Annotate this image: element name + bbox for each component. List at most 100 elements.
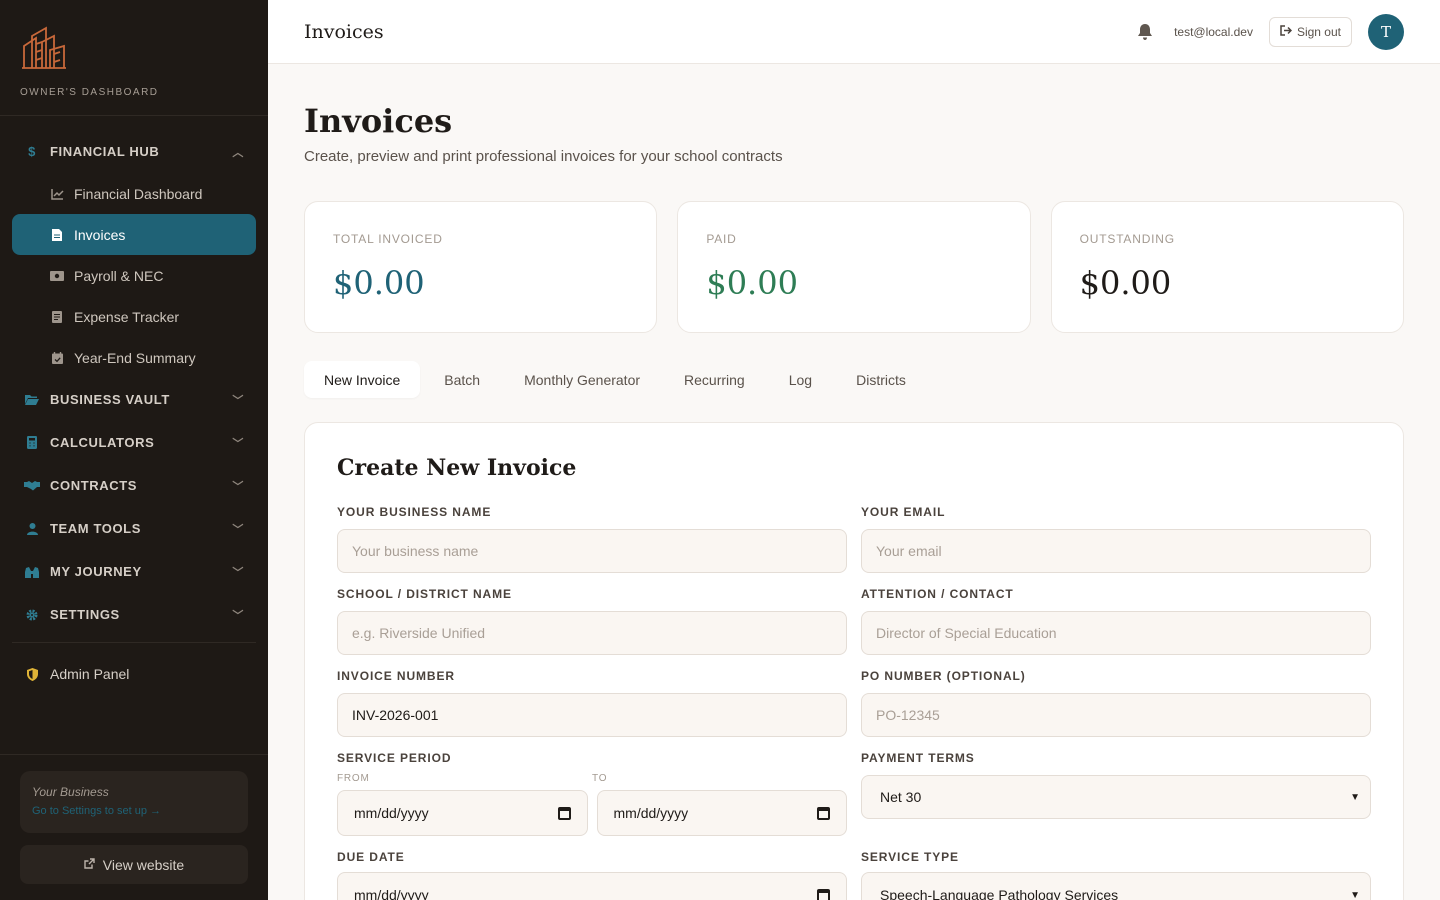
tab-batch[interactable]: Batch [424,361,500,398]
page-title: Invoices [304,102,453,140]
sidebar-section-financial-hub[interactable]: $ FINANCIAL HUB ︿ [0,130,268,173]
folder-open-icon [24,394,40,405]
calendar-icon[interactable] [557,806,571,820]
nav-divider [12,642,256,643]
dollar-icon: $ [28,144,36,159]
topbar: Invoices test@local.dev Sign out T [268,0,1440,64]
sidebar-section-settings[interactable]: SETTINGS ﹀ [0,593,268,636]
sidebar-item-label: Invoices [74,226,126,243]
field-label: INVOICE NUMBER [337,669,455,683]
date-value: mm/dd/yyyy [354,805,429,821]
section-label: CONTRACTS [50,478,138,493]
po-number-field-group: PO NUMBER (OPTIONAL) PO-12345 [861,669,1371,737]
section-label: TEAM TOOLS [50,521,141,536]
from-label: FROM [337,773,370,784]
stat-value: $0.00 [1079,264,1172,302]
date-value: mm/dd/yyyy [354,887,429,900]
school-district-input[interactable]: e.g. Riverside Unified [337,611,847,655]
service-type-select[interactable]: Speech-Language Pathology Services ▼ [861,872,1371,900]
money-bill-icon [50,270,64,281]
avatar[interactable]: T [1368,13,1404,50]
binoculars-icon [24,566,40,578]
calendar-icon[interactable] [817,888,830,900]
sidebar-section-business-vault[interactable]: BUSINESS VAULT ﹀ [0,378,268,421]
due-date-input[interactable]: mm/dd/yyyy [337,872,847,900]
section-label: FINANCIAL HUB [50,144,160,159]
stats-row: TOTAL INVOICED $0.00 PAID $0.00 OUTSTAND… [304,201,1404,333]
email-input[interactable]: Your email [861,529,1371,573]
business-name-input[interactable]: Your business name [337,529,847,573]
chevron-down-icon: ▼ [1350,889,1360,900]
section-label: SETTINGS [50,607,120,622]
service-from-date-input[interactable]: mm/dd/yyyy [337,790,588,836]
chevron-down-icon: ﹀ [232,566,244,579]
section-label: CALCULATORS [50,435,155,450]
business-name-field-group: YOUR BUSINESS NAME Your business name [337,505,847,573]
sidebar-section-team-tools[interactable]: TEAM TOOLS ﹀ [0,507,268,550]
sidebar-section-calculators[interactable]: CALCULATORS ﹀ [0,421,268,464]
form-grid: YOUR BUSINESS NAME Your business name YO… [337,505,1371,900]
sidebar-section-contracts[interactable]: CONTRACTS ﹀ [0,464,268,507]
sidebar-item-label: Year-End Summary [74,349,196,366]
tab-new-invoice[interactable]: New Invoice [304,361,421,398]
stat-card-outstanding: OUTSTANDING $0.00 [1050,201,1404,333]
calendar-check-icon [50,351,64,364]
bell-icon[interactable] [1136,23,1154,41]
sidebar-item-expense-tracker[interactable]: Expense Tracker [12,296,256,337]
chevron-down-icon: ﹀ [232,394,244,407]
settings-setup-link[interactable]: Go to Settings to set up → [32,805,236,817]
service-type-field-group: SERVICE TYPE Speech-Language Pathology S… [861,850,1371,900]
brand-label: OWNER'S DASHBOARD [20,87,159,98]
sidebar-item-payroll-nec[interactable]: Payroll & NEC [12,255,256,296]
email-field-group: YOUR EMAIL Your email [861,505,1371,573]
stat-value: $0.00 [333,264,425,302]
sidebar-item-admin-panel[interactable]: Admin Panel [0,649,268,699]
sidebar-section-my-journey[interactable]: MY JOURNEY ﹀ [0,550,268,593]
building-logo-icon [22,26,66,69]
sidebar-footer: Your Business Go to Settings to set up →… [0,754,268,900]
invoice-number-field-group: INVOICE NUMBER INV-2026-001 [337,669,847,737]
business-card: Your Business Go to Settings to set up → [20,771,248,833]
payment-terms-select[interactable]: Net 30 ▼ [861,775,1371,819]
attention-contact-input[interactable]: Director of Special Education [861,611,1371,655]
tab-recurring[interactable]: Recurring [664,361,765,398]
create-invoice-form: Create New Invoice YOUR BUSINESS NAME Yo… [304,422,1404,900]
service-period-field-group: SERVICE PERIOD FROM TO mm/dd/yyyy mm/dd/… [337,751,847,836]
document-icon [50,228,64,241]
field-label: PAYMENT TERMS [861,751,975,765]
field-label: SERVICE TYPE [861,850,959,864]
service-period-sublabels: FROM TO [337,773,847,784]
receipt-icon [50,310,64,323]
handshake-icon [24,480,40,491]
tab-monthly-generator[interactable]: Monthly Generator [504,361,660,398]
tab-log[interactable]: Log [769,361,832,398]
due-date-field-group: DUE DATE mm/dd/yyyy [337,850,847,900]
field-label: SERVICE PERIOD [337,751,452,765]
service-to-date-input[interactable]: mm/dd/yyyy [596,790,847,836]
tab-districts[interactable]: Districts [836,361,926,398]
sign-out-button[interactable]: Sign out [1268,16,1352,47]
calendar-icon[interactable] [817,806,830,820]
sidebar-item-label: Expense Tracker [74,308,180,325]
business-card-title: Your Business [32,785,109,799]
brand: OWNER'S DASHBOARD [0,0,268,116]
field-label: ATTENTION / CONTACT [861,587,1014,601]
view-website-button[interactable]: View website [20,845,248,884]
chart-line-icon [50,188,64,200]
chevron-down-icon: ﹀ [232,437,244,450]
sidebar-item-financial-dashboard[interactable]: Financial Dashboard [12,173,256,214]
sidebar-item-year-end-summary[interactable]: Year-End Summary [12,337,256,378]
stat-card-total-invoiced: TOTAL INVOICED $0.00 [304,201,658,333]
invoice-number-input[interactable]: INV-2026-001 [337,693,847,737]
select-value: Net 30 [880,789,922,805]
field-label: YOUR EMAIL [861,505,946,519]
field-label: PO NUMBER (OPTIONAL) [861,669,1026,683]
attention-field-group: ATTENTION / CONTACT Director of Special … [861,587,1371,655]
stat-value: $0.00 [706,264,798,302]
stat-label: TOTAL INVOICED [333,232,443,246]
sidebar-item-invoices[interactable]: Invoices [12,214,256,255]
sidebar: OWNER'S DASHBOARD $ FINANCIAL HUB ︿ Fina… [0,0,268,900]
po-number-input[interactable]: PO-12345 [861,693,1371,737]
chevron-down-icon: ▼ [1350,791,1360,803]
date-value: mm/dd/yyyy [613,805,689,821]
